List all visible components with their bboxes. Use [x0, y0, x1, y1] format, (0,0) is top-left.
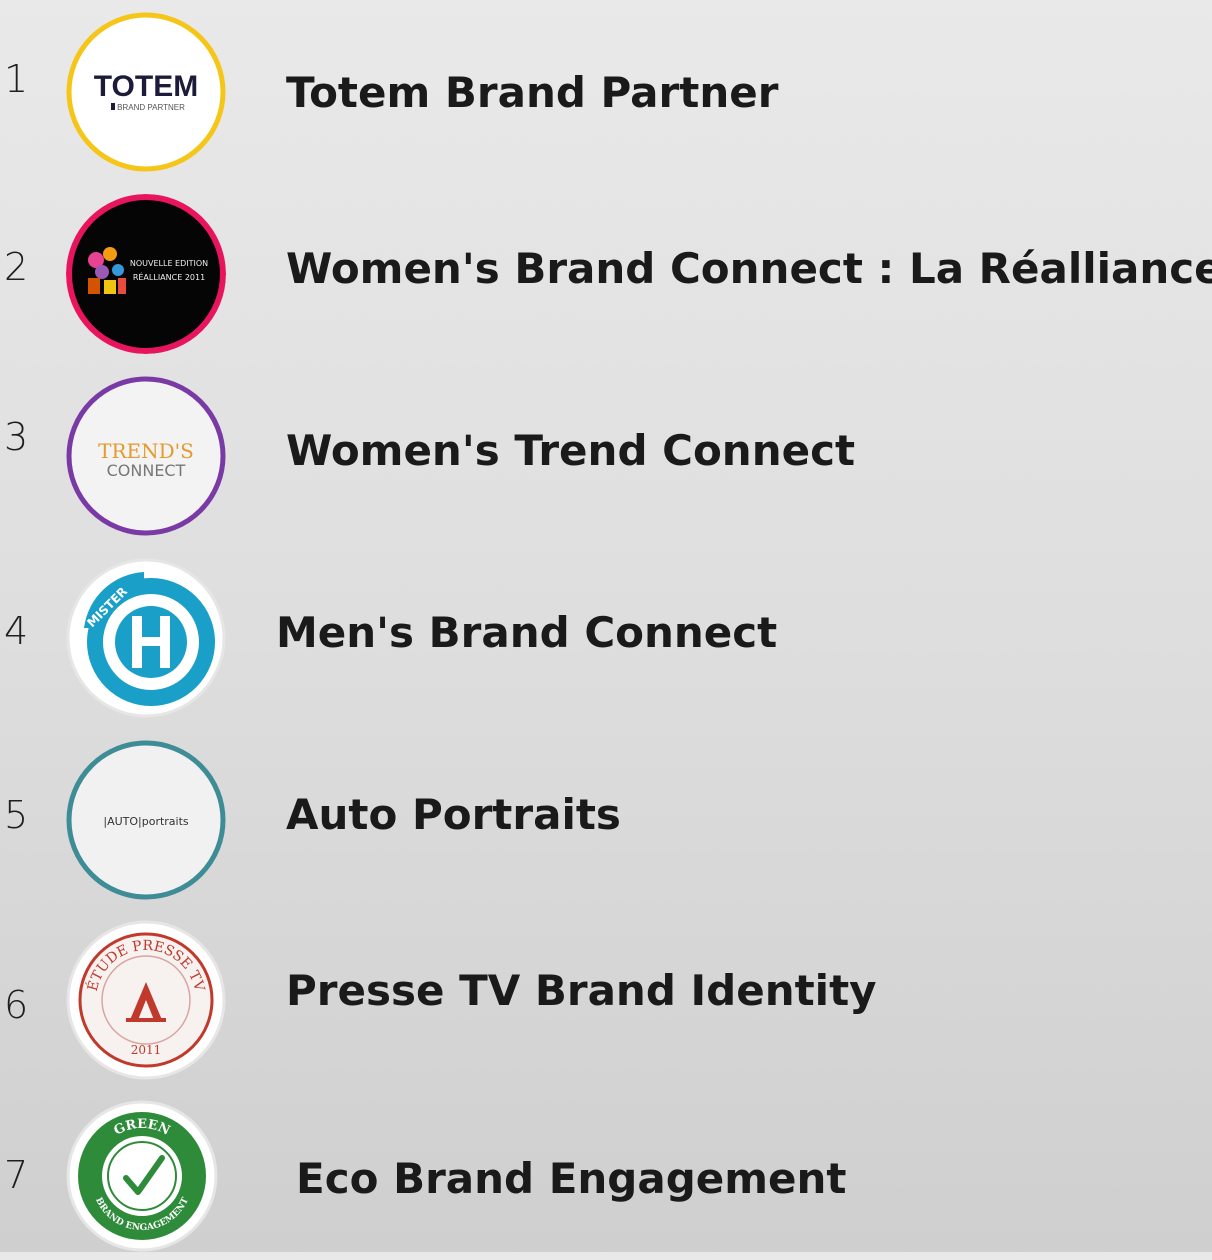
brand-name: Totem Brand Partner	[286, 68, 779, 117]
item-number: 6	[4, 983, 29, 1027]
item-number: 5	[4, 793, 29, 837]
svg-text:TOTEM: TOTEM	[94, 70, 198, 103]
list-item: 2 NOUVELLE EDITION RÉALLIANCE 2011 Women…	[0, 192, 1212, 354]
brand-name: Auto Portraits	[286, 790, 621, 839]
item-number: 3	[4, 415, 29, 459]
svg-text:NOUVELLE EDITION: NOUVELLE EDITION	[130, 259, 208, 268]
brand-name: Presse TV Brand Identity	[286, 966, 877, 1015]
mister-h-logo: MISTER	[66, 558, 226, 718]
item-number: 1	[4, 57, 29, 101]
svg-text:|AUTO|portraits: |AUTO|portraits	[103, 815, 189, 828]
auto-portraits-logo: |AUTO|portraits	[66, 740, 226, 900]
green-brand-engagement-stamp-icon: GREEN BRAND ENGAGEMENT	[66, 1100, 218, 1252]
svg-text:TREND'S: TREND'S	[98, 439, 194, 463]
item-number: 2	[4, 245, 29, 289]
svg-text:2011: 2011	[131, 1043, 162, 1057]
brand-name: Women's Brand Connect : La Réalliance	[286, 244, 1212, 293]
list-item: 4 MISTER Men's Brand Connect	[0, 556, 1212, 718]
la-realliance-logo: NOUVELLE EDITION RÉALLIANCE 2011	[66, 194, 226, 354]
etude-presse-tv-seal-icon: ÉTUDE PRESSE TV 2011	[66, 920, 226, 1080]
list-item: 6 ÉTUDE PRESSE TV 2011 Presse TV Brand I…	[0, 920, 1212, 1080]
list-item: 7 GREEN BRAND ENGAGEMENT Eco Brand Engag…	[0, 1100, 1212, 1260]
brand-name: Men's Brand Connect	[276, 608, 778, 657]
svg-text:RÉALLIANCE 2011: RÉALLIANCE 2011	[133, 271, 205, 282]
list-item: 3 TREND'S CONNECT Women's Trend Connect	[0, 374, 1212, 536]
svg-text:BRAND PARTNER: BRAND PARTNER	[117, 103, 185, 112]
totem-brand-partner-logo: TOTEM BRAND PARTNER	[66, 12, 226, 172]
item-number: 4	[4, 609, 29, 653]
list-item: 1 TOTEM BRAND PARTNER Totem Brand Partne…	[0, 8, 1212, 172]
svg-text:CONNECT: CONNECT	[107, 461, 186, 480]
brand-name: Women's Trend Connect	[286, 426, 856, 475]
list-item: 5 |AUTO|portraits Auto Portraits	[0, 738, 1212, 900]
item-number: 7	[4, 1153, 29, 1197]
brand-name: Eco Brand Engagement	[296, 1154, 847, 1203]
trends-connect-logo: TREND'S CONNECT	[66, 376, 226, 536]
